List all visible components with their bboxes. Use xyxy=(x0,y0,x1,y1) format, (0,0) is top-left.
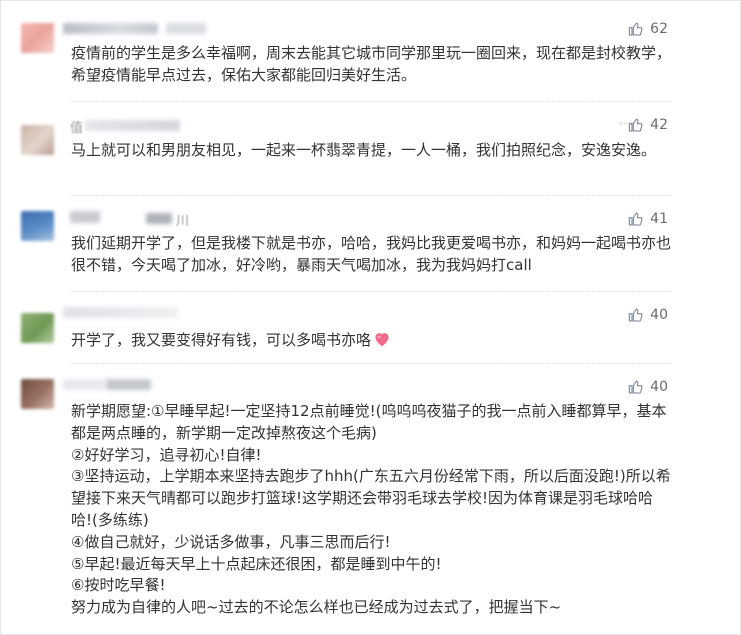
comment-text-content: 开学了，我又要变得好有钱，可以多喝书亦咯 xyxy=(71,331,372,349)
comment-text: 开学了，我又要变得好有钱，可以多喝书亦咯 xyxy=(71,329,671,351)
divider xyxy=(71,363,670,365)
like-button[interactable]: 40 xyxy=(628,377,668,397)
username-blurred[interactable] xyxy=(146,213,172,224)
comment-text: 马上就可以和男朋友相见，一起来一杯翡翠青提，一人一桶，我们拍照纪念，安逸安逸。 xyxy=(71,141,657,159)
heart-emoji xyxy=(375,333,389,347)
username-blurred[interactable] xyxy=(63,379,105,390)
avatar[interactable] xyxy=(21,379,54,409)
username-blurred[interactable] xyxy=(106,379,151,390)
avatar[interactable] xyxy=(21,23,54,53)
like-button[interactable]: 62 xyxy=(628,19,668,39)
like-count: 62 xyxy=(650,21,668,37)
avatar[interactable] xyxy=(21,313,54,343)
comment-text: 新学期愿望:①早睡早起!一定坚持12点前睡觉!(呜呜呜夜猫子的我一点前入睡都算早… xyxy=(71,402,671,617)
divider xyxy=(71,291,670,293)
thumbs-up-icon xyxy=(628,308,643,322)
like-count: 40 xyxy=(650,307,668,323)
username-fragment[interactable]: 值 xyxy=(70,117,83,136)
username-blurred[interactable] xyxy=(166,23,206,34)
comment-text: 我们延期开学了，但是我楼下就是书亦，哈哈，我妈比我更爱喝书亦，和妈妈一起喝书亦也… xyxy=(71,234,672,274)
divider xyxy=(71,195,670,197)
username-blurred[interactable] xyxy=(85,120,180,131)
like-count: 40 xyxy=(650,379,668,395)
username-fragment-blur[interactable] xyxy=(70,211,100,223)
thumbs-up-icon xyxy=(628,22,643,36)
comment-text: 疫情前的学生是多么幸福啊，周末去能其它城市同学那里玩一圈回来，现在都是封校教学，… xyxy=(71,44,672,84)
comment-panel: 62 疫情前的学生是多么幸福啊，周末去能其它城市同学那里玩一圈回来，现在都是封校… xyxy=(0,0,741,635)
username-fragment[interactable]: 川 xyxy=(176,210,189,229)
like-count: 41 xyxy=(650,211,668,227)
like-count: 42 xyxy=(650,117,668,133)
thumbs-up-icon xyxy=(628,118,643,132)
like-button[interactable]: 40 xyxy=(628,305,668,325)
like-button[interactable]: 41 xyxy=(628,209,668,229)
like-button[interactable]: 42 xyxy=(628,115,668,135)
username-blurred[interactable] xyxy=(63,23,158,34)
thumbs-up-icon xyxy=(628,380,643,394)
divider xyxy=(71,101,670,103)
thumbs-up-icon xyxy=(628,212,643,226)
username-blurred[interactable] xyxy=(63,307,178,318)
avatar[interactable] xyxy=(21,211,54,241)
avatar[interactable] xyxy=(21,125,54,155)
